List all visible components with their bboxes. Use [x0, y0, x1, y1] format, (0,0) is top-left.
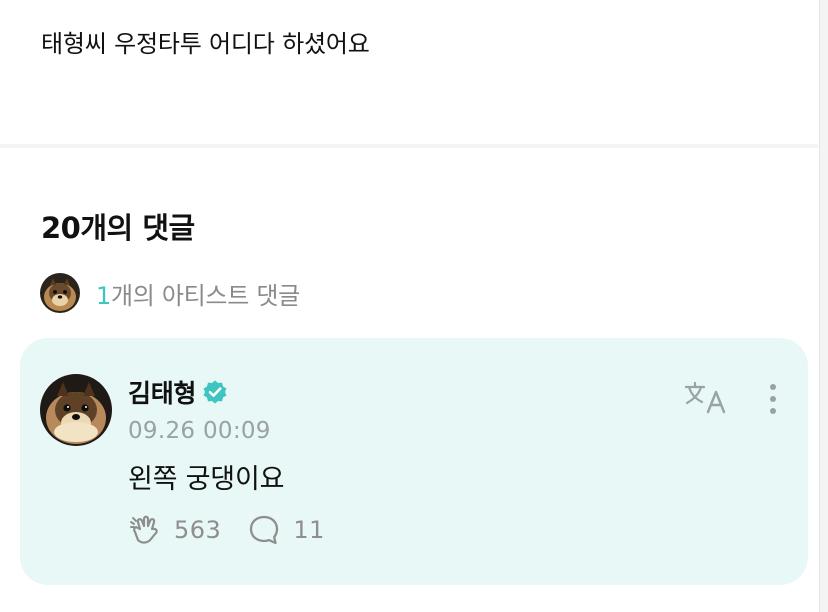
post-text: 태형씨 우정타투 어디다 하셨어요: [41, 30, 370, 58]
artist-comment-card: 김태형 09.26 00:09 왼쪽 궁댕이요 563 11: [20, 338, 808, 585]
comment-author-row: 김태형: [128, 374, 228, 410]
comment-body: 왼쪽 궁댕이요: [128, 464, 285, 495]
section-divider: [0, 144, 818, 148]
comments-heading: 20개의 댓글: [41, 211, 195, 245]
reply-button[interactable]: 11: [247, 513, 325, 547]
translate-icon[interactable]: [684, 380, 728, 416]
avatar-small: [40, 273, 80, 313]
comment-actions: 563 11: [128, 512, 351, 548]
comment-page: 태형씨 우정타투 어디다 하셨어요 20개의 댓글 1개의 아티스트 댓글 김태…: [0, 0, 828, 612]
artist-comments-label: 개의 아티스트 댓글: [110, 281, 300, 310]
comment-author-name[interactable]: 김태형: [128, 374, 196, 410]
artist-comments-summary-text: 1개의 아티스트 댓글: [96, 276, 300, 311]
comment-timestamp: 09.26 00:09: [128, 418, 271, 444]
scrollbar[interactable]: [819, 0, 828, 612]
avatar[interactable]: [40, 374, 112, 446]
verified-check-icon: [202, 379, 228, 405]
like-count: 563: [174, 516, 222, 544]
more-vertical-icon[interactable]: [760, 382, 786, 416]
cheer-hand-icon: [128, 513, 162, 547]
like-button[interactable]: 563: [128, 513, 221, 547]
artist-comment-count: 1: [96, 281, 111, 310]
reply-count: 11: [293, 516, 325, 544]
artist-comments-summary[interactable]: 1개의 아티스트 댓글: [40, 272, 300, 314]
reply-bubble-icon: [247, 513, 281, 547]
